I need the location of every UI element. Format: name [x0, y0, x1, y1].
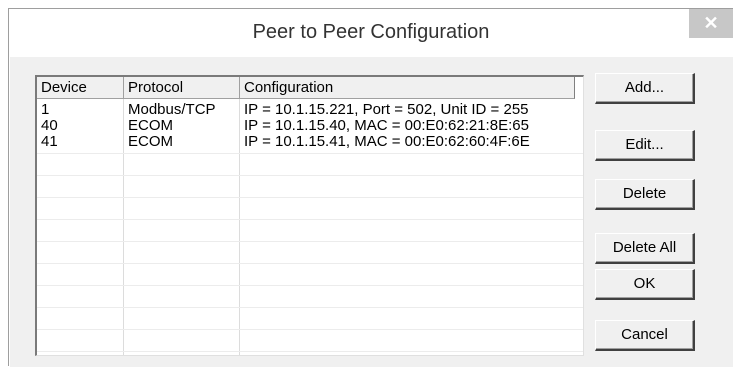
edit-button[interactable]: Edit...: [595, 130, 695, 161]
row-gridline: [37, 241, 583, 242]
configuration-cell: IP = 10.1.15.40, MAC = 00:E0:62:21:8E:65: [244, 117, 529, 134]
close-icon: ✕: [703, 13, 719, 33]
protocol-cell: Modbus/TCP: [128, 101, 216, 118]
row-gridline: [37, 307, 583, 308]
column-header-protocol[interactable]: Protocol: [124, 77, 240, 99]
row-gridline: [37, 351, 583, 352]
title-bar[interactable]: Peer to Peer Configuration ✕: [9, 9, 733, 59]
dialog-client: Device Protocol Configuration 1 Modbus/T…: [10, 57, 733, 367]
dialog-title: Peer to Peer Configuration: [252, 21, 490, 43]
column-header-device[interactable]: Device: [37, 77, 124, 99]
row-gridline: [37, 175, 583, 176]
table-row[interactable]: 1 Modbus/TCP IP = 10.1.15.221, Port = 50…: [37, 101, 583, 118]
configuration-cell: IP = 10.1.15.221, Port = 502, Unit ID = …: [244, 101, 529, 118]
peer-config-dialog: Peer to Peer Configuration ✕ Device Prot…: [8, 8, 733, 367]
list-header: Device Protocol Configuration: [37, 77, 583, 100]
row-gridline: [37, 263, 583, 264]
cancel-button[interactable]: Cancel: [595, 320, 695, 351]
table-row[interactable]: 41 ECOM IP = 10.1.15.41, MAC = 00:E0:62:…: [37, 133, 583, 150]
row-gridline: [37, 285, 583, 286]
device-list[interactable]: Device Protocol Configuration 1 Modbus/T…: [35, 75, 584, 356]
device-cell: 40: [41, 117, 58, 134]
row-gridline: [37, 197, 583, 198]
add-button[interactable]: Add...: [595, 73, 695, 104]
table-row[interactable]: 40 ECOM IP = 10.1.15.40, MAC = 00:E0:62:…: [37, 117, 583, 134]
column-header-configuration[interactable]: Configuration: [240, 77, 575, 99]
delete-all-button[interactable]: Delete All: [595, 233, 695, 264]
row-gridline: [37, 153, 583, 154]
protocol-cell: ECOM: [128, 117, 173, 134]
delete-button[interactable]: Delete: [595, 179, 695, 210]
device-cell: 41: [41, 133, 58, 150]
row-gridline: [37, 329, 583, 330]
configuration-cell: IP = 10.1.15.41, MAC = 00:E0:62:60:4F:6E: [244, 133, 530, 150]
row-gridline: [37, 219, 583, 220]
close-button[interactable]: ✕: [689, 9, 733, 38]
protocol-cell: ECOM: [128, 133, 173, 150]
device-cell: 1: [41, 101, 50, 118]
ok-button[interactable]: OK: [595, 269, 695, 300]
